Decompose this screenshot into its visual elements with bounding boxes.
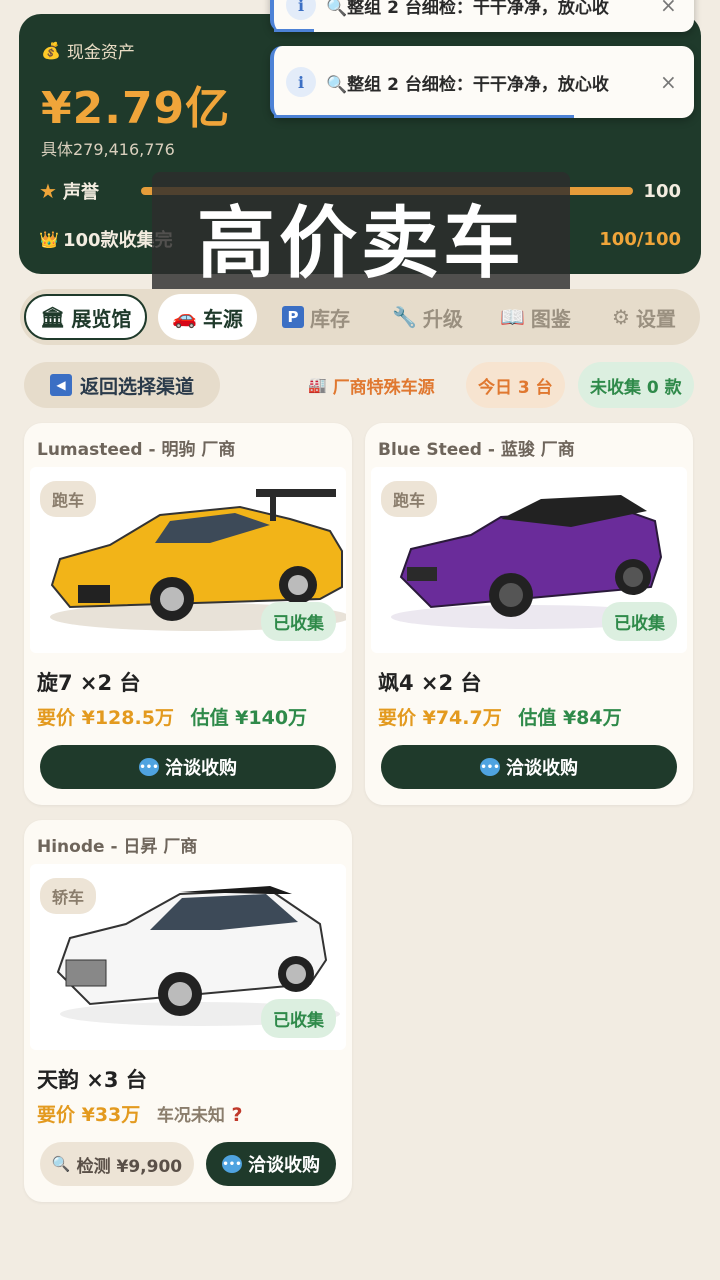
info-icon: i [286,0,316,20]
car-card: Lumasteed - 明驹 厂商 跑车 已收集 旋7 ×2 台 要价 ¥128… [24,423,352,805]
collected-badge: 已收集 [261,602,336,641]
car-name: 天韵 ×3 台 [37,1068,147,1092]
cash-amount: ¥2.79亿 [41,83,231,134]
car-brand: Blue Steed - 蓝骏 厂商 [378,440,575,460]
tab-car-source[interactable]: 🚗 车源 [158,294,257,340]
car-icon: 🚗 [172,305,197,329]
close-icon[interactable]: × [660,0,677,17]
price-row: 要价 ¥33万 车况未知 ? [37,1100,243,1127]
tab-label: 升级 [422,306,463,331]
toast-message: 🔍整组 2 台细检：干干净净，放心收 [326,0,609,18]
car-type-badge: 跑车 [381,481,438,517]
channel-label: 厂商特殊车源 [332,377,435,398]
tab-label: 车源 [202,306,243,331]
car-image: 跑车 已收集 [371,467,687,653]
tab-upgrade[interactable]: 🔧 升级 [378,294,477,340]
inspect-button[interactable]: 🔍 检测 ¥9,900 [40,1142,194,1186]
magnifier-icon: 🔍 [51,1155,71,1173]
collection-value: 100/100 [599,228,681,250]
cash-label-text: 现金资产 [66,43,135,63]
tab-gallery[interactable]: 🏛 展览馆 [24,294,148,340]
question-icon: ? [231,1104,243,1126]
tab-label: 展览馆 [71,306,132,331]
price-row: 要价 ¥74.7万 估值 ¥84万 [378,703,622,730]
parking-icon: P [282,306,304,328]
car-card: Hinode - 日昇 厂商 轿车 已收集 天韵 ×3 台 要价 ¥33万 车况… [24,820,352,1202]
wrench-icon: 🔧 [392,305,417,329]
tab-label: 图鉴 [530,306,571,331]
negotiate-buy-button[interactable]: ••• 洽谈收购 [381,745,677,789]
info-icon: i [286,67,316,97]
cash-label: 💰 现金资产 [41,38,135,63]
speech-bubble-icon: ••• [480,758,500,776]
today-count-badge: 今日 3 台 [466,362,565,408]
gear-icon: ⚙ [612,305,630,329]
button-label: 检测 ¥9,900 [76,1156,183,1177]
car-name: 飒4 ×2 台 [378,671,482,695]
toast-message: 🔍整组 2 台细检：干干净净，放心收 [326,74,609,95]
close-icon[interactable]: × [660,70,677,94]
estimated-value: 估值 ¥84万 [518,707,622,729]
tab-inventory[interactable]: P 库存 [268,294,364,340]
factory-icon: 🏭 [308,376,327,394]
car-image: 跑车 已收集 [30,467,346,653]
car-image: 轿车 已收集 [30,864,346,1050]
caption-text: 高价卖车 [196,199,525,289]
speech-bubble-icon: ••• [222,1155,242,1173]
uncollected-badge: 未收集 0 款 [578,362,694,408]
main-tabs: 🏛 展览馆 🚗 车源 P 库存 🔧 升级 📖 图鉴 ⚙ 设置 [20,289,700,345]
reputation-label: 声誉 [63,182,99,203]
back-arrow-icon: ◀ [49,374,72,396]
tab-label: 设置 [635,306,676,331]
crown-icon: 👑 [39,229,59,249]
channel-badge: 🏭 厂商特殊车源 [296,362,447,408]
car-brand: Lumasteed - 明驹 厂商 [37,440,236,460]
tab-collection-book[interactable]: 📖 图鉴 [486,294,585,340]
toast-progress [274,115,574,118]
car-name: 旋7 ×2 台 [37,671,141,695]
asking-price: 要价 ¥33万 [37,1104,141,1126]
cash-exact: 具体279,416,776 [41,140,175,159]
negotiate-buy-button[interactable]: ••• 洽谈收购 [40,745,336,789]
back-to-channels-button[interactable]: ◀ 返回选择渠道 [24,362,220,408]
car-brand: Hinode - 日昇 厂商 [37,837,198,857]
button-label: 洽谈收购 [165,758,237,779]
toast-notification[interactable]: i 🔍整组 2 台细检：干干净净，放心收 × [270,46,694,118]
negotiate-buy-button[interactable]: ••• 洽谈收购 [206,1142,336,1186]
button-label: 洽谈收购 [248,1155,320,1176]
museum-icon: 🏛 [40,305,66,329]
toast-notification[interactable]: i 🔍整组 2 台细检：干干净净，放心收 × [270,0,694,32]
car-type-badge: 轿车 [40,878,97,914]
asking-price: 要价 ¥128.5万 [37,707,174,729]
money-bag-icon: 💰 [41,41,61,60]
asking-price: 要价 ¥74.7万 [378,707,502,729]
toast-progress [274,29,314,32]
speech-bubble-icon: ••• [139,758,159,776]
tab-settings[interactable]: ⚙ 设置 [598,294,690,340]
car-type-badge: 跑车 [40,481,97,517]
price-row: 要价 ¥128.5万 估值 ¥140万 [37,703,307,730]
book-icon: 📖 [500,305,525,329]
collected-badge: 已收集 [261,999,336,1038]
estimated-value: 估值 ¥140万 [190,707,308,729]
reputation-value: 100 [643,180,681,202]
star-icon: ★ [39,179,57,203]
button-label: 洽谈收购 [506,758,578,779]
car-card: Blue Steed - 蓝骏 厂商 跑车 已收集 飒4 ×2 台 要价 ¥74… [365,423,693,805]
condition-unknown: 车况未知 [156,1106,225,1126]
collected-badge: 已收集 [602,602,677,641]
tab-label: 库存 [310,306,350,331]
video-caption-overlay: 高价卖车 [152,172,570,302]
back-label: 返回选择渠道 [79,375,194,398]
